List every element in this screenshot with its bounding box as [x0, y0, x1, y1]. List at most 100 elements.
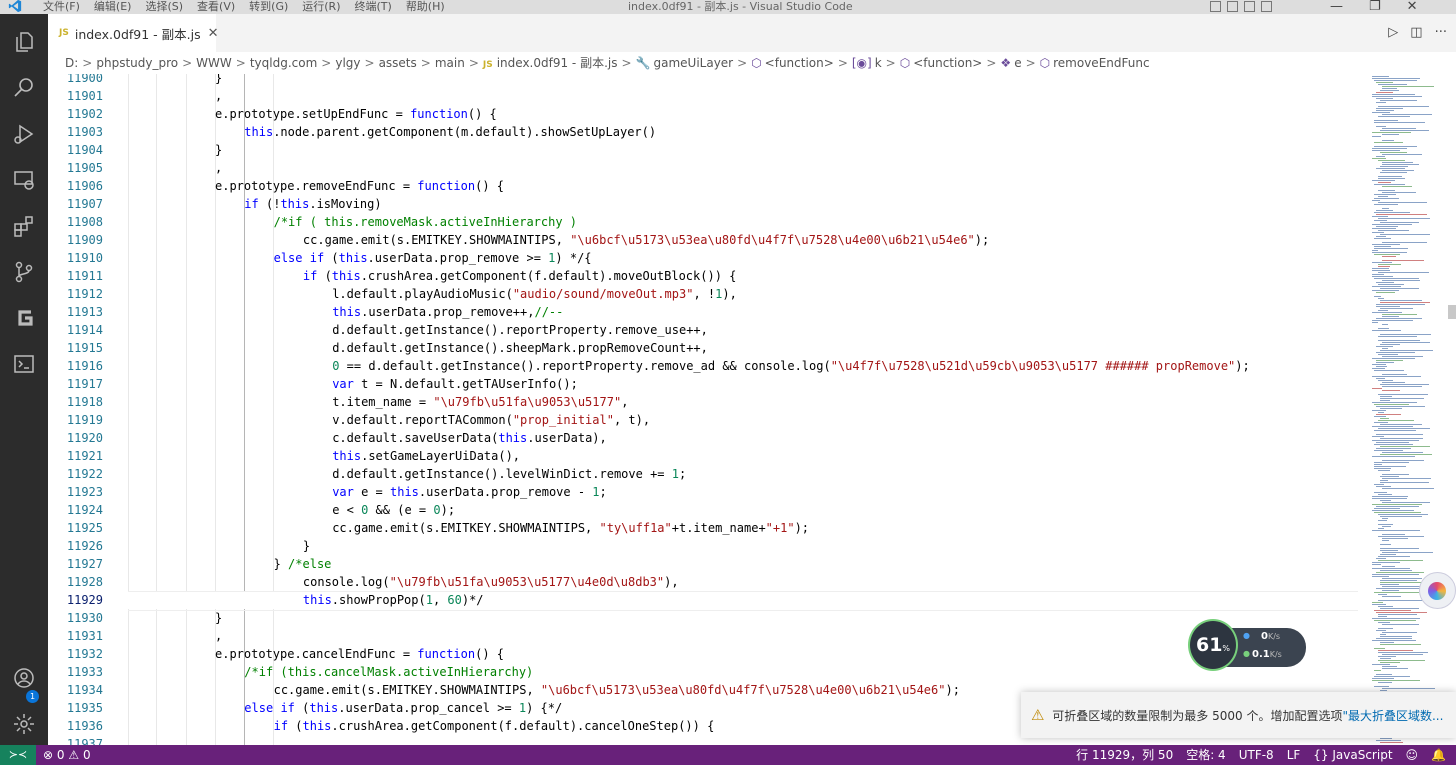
breadcrumb-item-6[interactable]: main — [435, 56, 465, 70]
breadcrumb-item-11[interactable]: ⬡ <function> — [900, 56, 983, 70]
code-editor[interactable]: 11900} 11901, 11902 e.prototype.setUpEndFun… — [48, 74, 1368, 745]
code-line[interactable]: 11924 e < 0 && (e = 0); — [48, 501, 1368, 519]
run-file-icon[interactable]: ▷ — [1388, 25, 1398, 40]
code-line[interactable]: 11914 d.default.getInstance().reportPrope… — [48, 321, 1368, 339]
terminal-icon[interactable] — [12, 352, 36, 376]
toggle-panel-icon[interactable] — [1227, 1, 1238, 12]
code-line[interactable]: 11917 var t = N.default.getTAUserInfo(); — [48, 375, 1368, 393]
account-icon[interactable] — [12, 666, 36, 690]
code-line[interactable]: 11925 cc.game.emit(s.EMITKEY.SHOWMAINTIPS… — [48, 519, 1368, 537]
code-line[interactable]: 11921 this.setGameLayerUiData(), — [48, 447, 1368, 465]
indentation[interactable]: 空格: 4 — [1186, 745, 1226, 765]
run-debug-icon[interactable] — [12, 122, 36, 146]
code-line[interactable]: 11918 t.item_name = "\u79fb\u51fa\u9053\u… — [48, 393, 1368, 411]
code-line[interactable]: 11928 console.log("\u79fb\u51fa\u9053\u51… — [48, 573, 1368, 591]
code-line[interactable]: 11916 0 == d.default.getInstance().report… — [48, 357, 1368, 375]
customize-layout-icon[interactable] — [1261, 1, 1272, 12]
breadcrumb-item-12[interactable]: ❖ e — [1000, 56, 1021, 70]
code-line[interactable]: 11926} — [48, 537, 1368, 555]
code-line[interactable]: 11920 c.default.saveUserData(this.userDat… — [48, 429, 1368, 447]
more-actions-icon[interactable]: ··· — [1435, 25, 1447, 40]
code-line[interactable]: 11910 else if (this.userData.prop_remove … — [48, 249, 1368, 267]
cursor-position[interactable]: 行 11929，列 50 — [1076, 745, 1173, 765]
breadcrumb-item-1[interactable]: phpstudy_pro — [96, 56, 178, 70]
breadcrumb-item-4[interactable]: ylgy — [335, 56, 360, 70]
code-line[interactable]: 11923 var e = this.userData.prop_remove -… — [48, 483, 1368, 501]
menu-edit[interactable]: 编辑(E) — [94, 0, 132, 13]
code-line[interactable]: 11909 cc.game.emit(s.EMITKEY.SHOWMAINTIPS… — [48, 231, 1368, 249]
minimap-line — [1372, 76, 1389, 77]
code-line[interactable]: 11927} /*else — [48, 555, 1368, 573]
remote-explorer-icon[interactable] — [12, 168, 36, 192]
code-line[interactable]: 11908 /*if ( this.removeMask.activeInHier… — [48, 213, 1368, 231]
code-line[interactable]: 11903 this.node.parent.getComponent(m.def… — [48, 123, 1368, 141]
problems-indicator[interactable]: ⊗ 0 ⚠ 0 — [43, 745, 91, 765]
breadcrumb-item-9[interactable]: ⬡ <function> — [751, 56, 834, 70]
breadcrumb-item-3[interactable]: tyqldg.com — [250, 56, 317, 70]
code-text: e.prototype.cancelEndFunc = function() { — [215, 647, 504, 661]
source-control-icon[interactable] — [12, 260, 36, 284]
menu-go[interactable]: 转到(G) — [249, 0, 288, 13]
menu-run[interactable]: 运行(R) — [302, 0, 340, 13]
breadcrumb-item-0[interactable]: D: — [65, 56, 78, 70]
notifications-bell-icon[interactable]: 🔔 — [1431, 745, 1446, 765]
code-line[interactable]: 11912 l.default.playAudioMusic("audio/sou… — [48, 285, 1368, 303]
breadcrumb-item-2[interactable]: WWW — [196, 56, 232, 70]
code-line[interactable]: 11911 if (this.crushArea.getComponent(f.d… — [48, 267, 1368, 285]
gitlens-icon[interactable] — [12, 306, 36, 330]
menu-selection[interactable]: 选择(S) — [145, 0, 183, 13]
editor-tab[interactable]: JS index.0df91 - 副本.js ✕ — [48, 14, 219, 52]
menu-file[interactable]: 文件(F) — [43, 0, 80, 13]
code-line[interactable]: 11901, — [48, 87, 1368, 105]
code-line[interactable]: 11929 this.showPropPop(1, 60)*/ — [48, 591, 1368, 611]
tab-close-icon[interactable]: ✕ — [208, 26, 219, 41]
floating-assistant-icon[interactable] — [1419, 572, 1456, 609]
toggle-secondary-sidebar-icon[interactable] — [1244, 1, 1255, 12]
feedback-icon[interactable]: ☺ — [1406, 745, 1419, 765]
code-line[interactable]: 11913 this.userData.prop_remove++,//-- — [48, 303, 1368, 321]
code-line[interactable]: 11902 e.prototype.setUpEndFunc = function… — [48, 105, 1368, 123]
code-line[interactable]: 11931, — [48, 627, 1368, 645]
restore-button[interactable]: ❐ — [1369, 0, 1381, 13]
code-line[interactable]: 11900} — [48, 74, 1368, 87]
minimap-line — [1378, 652, 1428, 653]
code-line[interactable]: 11915 d.default.getInstance().sheepMark.p… — [48, 339, 1368, 357]
breadcrumb-item-10[interactable]: [◉] k — [852, 56, 882, 70]
remote-indicator-icon[interactable]: ≻≺ — [0, 745, 36, 765]
explorer-icon[interactable] — [12, 30, 36, 54]
breadcrumb-item-13[interactable]: ⬡ removeEndFunc — [1040, 56, 1150, 70]
code-line[interactable]: 11906 e.prototype.removeEndFunc = functio… — [48, 177, 1368, 195]
breadcrumb-item-7[interactable]: JS index.0df91 - 副本.js — [483, 56, 618, 70]
search-icon[interactable] — [12, 76, 36, 100]
toggle-sidebar-icon[interactable] — [1210, 1, 1221, 12]
code-line[interactable]: 11922 d.default.getInstance().levelWinDic… — [48, 465, 1368, 483]
breadcrumb-item-8[interactable]: 🔧 gameUiLayer — [636, 56, 734, 70]
close-window-button[interactable]: ✕ — [1407, 0, 1418, 13]
menu-terminal[interactable]: 终端(T) — [355, 0, 392, 13]
extensions-icon[interactable] — [12, 214, 36, 238]
scrollbar-thumb[interactable] — [1448, 305, 1456, 319]
minimize-button[interactable]: — — [1330, 0, 1343, 13]
encoding[interactable]: UTF-8 — [1239, 745, 1274, 765]
split-editor-icon[interactable]: ◫ — [1410, 25, 1422, 40]
settings-gear-icon[interactable] — [12, 712, 36, 736]
breadcrumb-item-5[interactable]: assets — [379, 56, 417, 70]
end-of-line[interactable]: LF — [1287, 745, 1301, 765]
code-line[interactable]: 11905, — [48, 159, 1368, 177]
minimap-line — [1382, 460, 1424, 461]
minimap-line — [1382, 348, 1388, 349]
code-line[interactable]: 11919 v.default.reportTACommon("prop_init… — [48, 411, 1368, 429]
minimap-line — [1372, 440, 1419, 441]
code-line[interactable]: 11933 /*if (this.cancelMask.activeInHiera… — [48, 663, 1368, 681]
minimap-line — [1382, 356, 1423, 357]
menu-help[interactable]: 帮助(H) — [406, 0, 445, 13]
code-line[interactable]: 11907 if (!this.isMoving) — [48, 195, 1368, 213]
network-speed-widget[interactable]: ● 0K/s ● 0.1K/s 61% — [1188, 619, 1306, 671]
toast-setting-link[interactable]: "最大折叠区域数... — [1342, 709, 1443, 723]
code-line[interactable]: 11904} — [48, 141, 1368, 159]
code-line[interactable]: 11930} — [48, 609, 1368, 627]
code-line[interactable]: 11932 e.prototype.cancelEndFunc = functio… — [48, 645, 1368, 663]
menu-view[interactable]: 查看(V) — [197, 0, 235, 13]
minimap[interactable] — [1368, 74, 1456, 745]
language-mode[interactable]: {} JavaScript — [1313, 745, 1392, 765]
